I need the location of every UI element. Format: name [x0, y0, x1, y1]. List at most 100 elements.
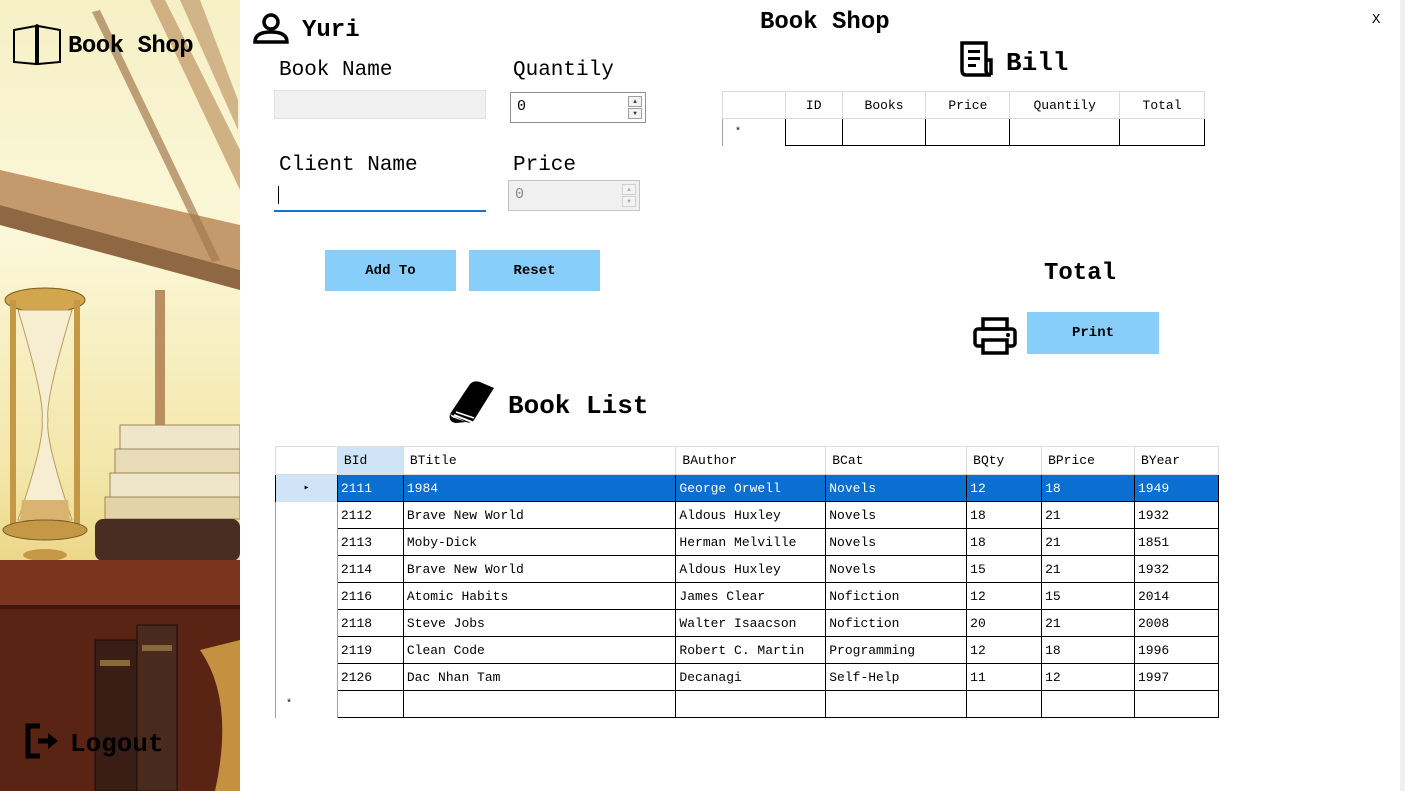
row-header[interactable]: [275, 528, 338, 556]
table-cell[interactable]: Brave New World: [402, 501, 677, 529]
table-cell[interactable]: 1996: [1134, 636, 1219, 664]
table-row[interactable]: ▸ 2111 1984 George Orwell Novels 12 18 1949: [275, 474, 1219, 502]
table-cell[interactable]: 1997: [1134, 663, 1219, 691]
table-cell[interactable]: 18: [1041, 636, 1135, 664]
table-cell[interactable]: Brave New World: [402, 555, 677, 583]
table-cell[interactable]: Novels: [825, 474, 968, 502]
table-cell[interactable]: Novels: [825, 555, 968, 583]
new-row[interactable]: *: [275, 690, 1219, 718]
table-cell[interactable]: 12: [966, 474, 1043, 502]
table-cell[interactable]: 2008: [1134, 609, 1219, 637]
table-cell[interactable]: Novels: [825, 501, 968, 529]
table-cell[interactable]: 20: [966, 609, 1043, 637]
col-bcat[interactable]: BCat: [825, 446, 968, 475]
table-cell[interactable]: Nofiction: [825, 582, 968, 610]
table-cell[interactable]: Novels: [825, 528, 968, 556]
table-cell[interactable]: 2014: [1134, 582, 1219, 610]
table-row[interactable]: 2114 Brave New World Aldous Huxley Novels 15…: [275, 555, 1219, 583]
table-cell[interactable]: 21: [1041, 555, 1135, 583]
table-cell[interactable]: [1009, 118, 1121, 146]
table-row[interactable]: 2113 Moby-Dick Herman Melville Novels 18 21 18…: [275, 528, 1219, 556]
table-row[interactable]: 2119 Clean Code Robert C. Martin Programmin…: [275, 636, 1219, 664]
close-button[interactable]: X: [1372, 12, 1380, 28]
table-cell[interactable]: [925, 118, 1011, 146]
table-cell[interactable]: 12: [1041, 663, 1135, 691]
table-cell[interactable]: 1851: [1134, 528, 1219, 556]
table-cell[interactable]: 21: [1041, 609, 1135, 637]
book-name-field[interactable]: [274, 90, 486, 119]
table-cell[interactable]: 1932: [1134, 501, 1219, 529]
col-byear[interactable]: BYear: [1134, 446, 1219, 475]
col-bprice[interactable]: BPrice: [1041, 446, 1135, 475]
row-header[interactable]: ▸: [275, 474, 338, 502]
table-cell[interactable]: Steve Jobs: [402, 609, 677, 637]
table-cell[interactable]: [784, 118, 843, 146]
table-cell[interactable]: 1949: [1134, 474, 1219, 502]
table-cell[interactable]: 11: [966, 663, 1043, 691]
row-header[interactable]: [275, 501, 338, 529]
quantity-spinner[interactable]: ▲ ▼: [628, 96, 642, 119]
book-list-table[interactable]: BId BTitle BAuthor BCat BQty BPrice BYea…: [275, 446, 1219, 718]
table-cell[interactable]: Dac Nhan Tam: [402, 663, 677, 691]
table-cell[interactable]: [336, 690, 404, 718]
table-cell[interactable]: 18: [966, 501, 1043, 529]
spin-down-icon[interactable]: ▼: [628, 108, 642, 119]
table-row[interactable]: *: [722, 118, 1205, 146]
table-cell[interactable]: 1984: [402, 474, 677, 502]
table-cell[interactable]: James Clear: [675, 582, 827, 610]
bill-col-quantity[interactable]: Quantily: [1009, 91, 1121, 119]
table-row[interactable]: 2118 Steve Jobs Walter Isaacson Nofiction 20…: [275, 609, 1219, 637]
table-cell[interactable]: Nofiction: [825, 609, 968, 637]
table-cell[interactable]: [1134, 690, 1219, 718]
bill-col-price[interactable]: Price: [925, 91, 1011, 119]
table-cell[interactable]: [675, 690, 827, 718]
table-cell[interactable]: Decanagi: [675, 663, 827, 691]
table-cell[interactable]: Moby-Dick: [402, 528, 677, 556]
spin-up-icon[interactable]: ▲: [628, 96, 642, 107]
bill-col-id[interactable]: ID: [784, 91, 843, 119]
row-header[interactable]: [275, 555, 338, 583]
table-cell[interactable]: [402, 690, 677, 718]
table-cell[interactable]: Walter Isaacson: [675, 609, 827, 637]
table-cell[interactable]: 2118: [336, 609, 404, 637]
print-button[interactable]: Print: [1027, 312, 1159, 354]
table-cell[interactable]: 21: [1041, 528, 1135, 556]
logout-button[interactable]: Logout: [24, 722, 164, 765]
table-cell[interactable]: [825, 690, 968, 718]
bill-table[interactable]: ID Books Price Quantily Total *: [722, 91, 1205, 146]
bill-col-books[interactable]: Books: [841, 91, 927, 119]
table-cell[interactable]: [966, 690, 1043, 718]
table-row[interactable]: 2116 Atomic Habits James Clear Nofiction 12 1…: [275, 582, 1219, 610]
table-cell[interactable]: 12: [966, 582, 1043, 610]
table-cell[interactable]: 2113: [336, 528, 404, 556]
table-cell[interactable]: 2112: [336, 501, 404, 529]
table-cell[interactable]: [1119, 118, 1205, 146]
table-row[interactable]: 2112 Brave New World Aldous Huxley Novels 18…: [275, 501, 1219, 529]
table-cell[interactable]: George Orwell: [675, 474, 827, 502]
table-cell[interactable]: Robert C. Martin: [675, 636, 827, 664]
table-cell[interactable]: Clean Code: [402, 636, 677, 664]
row-header[interactable]: [275, 663, 338, 691]
table-cell[interactable]: Self-Help: [825, 663, 968, 691]
add-to-button[interactable]: Add To: [325, 250, 456, 291]
bill-col-total[interactable]: Total: [1119, 91, 1205, 119]
table-cell[interactable]: Aldous Huxley: [675, 501, 827, 529]
table-cell[interactable]: 12: [966, 636, 1043, 664]
table-cell[interactable]: 18: [1041, 474, 1135, 502]
table-cell[interactable]: 15: [1041, 582, 1135, 610]
table-cell[interactable]: 2116: [336, 582, 404, 610]
table-cell[interactable]: 1932: [1134, 555, 1219, 583]
table-cell[interactable]: 2119: [336, 636, 404, 664]
client-name-field[interactable]: [274, 183, 486, 212]
table-cell[interactable]: 2126: [336, 663, 404, 691]
table-cell[interactable]: Aldous Huxley: [675, 555, 827, 583]
table-cell[interactable]: [1041, 690, 1135, 718]
quantity-stepper[interactable]: 0 ▲ ▼: [510, 92, 646, 123]
table-row[interactable]: 2126 Dac Nhan Tam Decanagi Self-Help 11 12 199…: [275, 663, 1219, 691]
table-cell[interactable]: Atomic Habits: [402, 582, 677, 610]
table-cell[interactable]: Herman Melville: [675, 528, 827, 556]
table-cell[interactable]: 21: [1041, 501, 1135, 529]
table-cell[interactable]: Programming: [825, 636, 968, 664]
row-header[interactable]: [275, 582, 338, 610]
col-bauthor[interactable]: BAuthor: [675, 446, 827, 475]
